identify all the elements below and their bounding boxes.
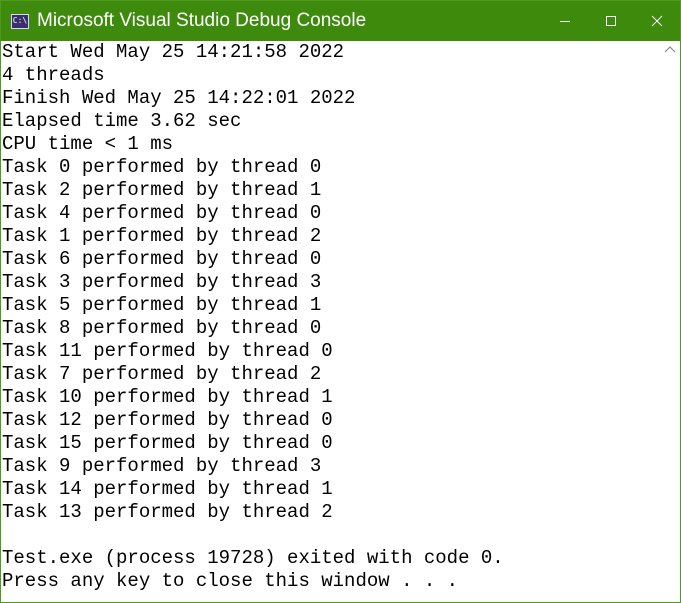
console-line: Task 2 performed by thread 1 — [2, 179, 322, 201]
maximize-icon — [606, 16, 616, 26]
close-icon — [651, 15, 663, 27]
minimize-button[interactable] — [542, 1, 588, 41]
console-line: Finish Wed May 25 14:22:01 2022 — [2, 87, 356, 109]
console-line: Task 13 performed by thread 2 — [2, 501, 333, 523]
console-line: Task 11 performed by thread 0 — [2, 340, 333, 362]
console-app-icon: C:\ — [11, 13, 29, 29]
console-line: Test.exe (process 19728) exited with cod… — [2, 547, 504, 569]
console-line: CPU time < 1 ms — [2, 133, 174, 155]
console-line: Task 0 performed by thread 0 — [2, 156, 322, 178]
console-line: Task 1 performed by thread 2 — [2, 225, 322, 247]
maximize-button[interactable] — [588, 1, 634, 41]
console-line: Task 7 performed by thread 2 — [2, 363, 322, 385]
console-output[interactable]: Start Wed May 25 14:21:58 2022 4 threads F… — [1, 41, 680, 602]
console-line: Task 3 performed by thread 3 — [2, 271, 322, 293]
window-title: Microsoft Visual Studio Debug Console — [37, 10, 367, 31]
console-line: Start Wed May 25 14:21:58 2022 — [2, 41, 345, 63]
console-line: Task 5 performed by thread 1 — [2, 294, 322, 316]
app-icon-label: C:\ — [12, 16, 28, 25]
console-line: Task 12 performed by thread 0 — [2, 409, 333, 431]
minimize-icon — [560, 21, 570, 22]
console-line: Task 10 performed by thread 1 — [2, 386, 333, 408]
console-line: Task 9 performed by thread 3 — [2, 455, 322, 477]
console-line: Press any key to close this window . . . — [2, 570, 459, 592]
console-line: Task 4 performed by thread 0 — [2, 202, 322, 224]
console-line: 4 threads — [2, 64, 105, 86]
close-button[interactable] — [634, 1, 680, 41]
title-bar[interactable]: C:\ Microsoft Visual Studio Debug Consol… — [1, 1, 680, 41]
scroll-up-arrow-icon[interactable] — [664, 44, 676, 54]
console-line: Task 8 performed by thread 0 — [2, 317, 322, 339]
console-window: C:\ Microsoft Visual Studio Debug Consol… — [0, 0, 681, 603]
window-controls — [542, 1, 680, 41]
console-line: Task 6 performed by thread 0 — [2, 248, 322, 270]
console-line: Task 14 performed by thread 1 — [2, 478, 333, 500]
console-line: Task 15 performed by thread 0 — [2, 432, 333, 454]
console-line: Elapsed time 3.62 sec — [2, 110, 242, 132]
